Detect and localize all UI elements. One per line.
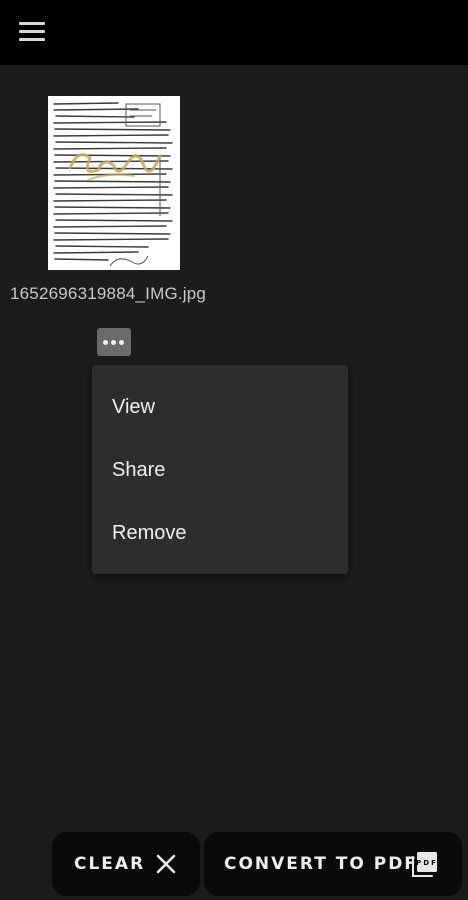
image-thumbnail[interactable] [48,96,180,270]
menu-item-view[interactable]: View [92,381,348,433]
context-menu: View Share Remove [92,365,348,574]
bottom-action-bar: CLEAR CONVERT TO PDF PDF [52,832,462,896]
file-name-label: 1652696319884_IMG.jpg [10,284,207,303]
clear-button-label: CLEAR [74,854,146,874]
convert-button-label: CONVERT TO PDF [224,854,418,874]
document-image-thumbnail [48,96,180,270]
convert-to-pdf-button[interactable]: CONVERT TO PDF PDF [204,832,462,896]
hamburger-menu-icon[interactable] [19,22,45,42]
more-horizontal-icon[interactable] [97,328,131,356]
menu-item-remove[interactable]: Remove [92,507,348,559]
app-screen: 1652696319884_IMG.jpg View Share Remove … [0,0,468,900]
pdf-file-icon: PDF [412,852,438,877]
top-app-bar [0,0,468,65]
close-icon [156,854,176,874]
menu-item-share[interactable]: Share [92,444,348,496]
svg-text:PDF: PDF [416,859,438,867]
clear-button[interactable]: CLEAR [52,832,200,896]
